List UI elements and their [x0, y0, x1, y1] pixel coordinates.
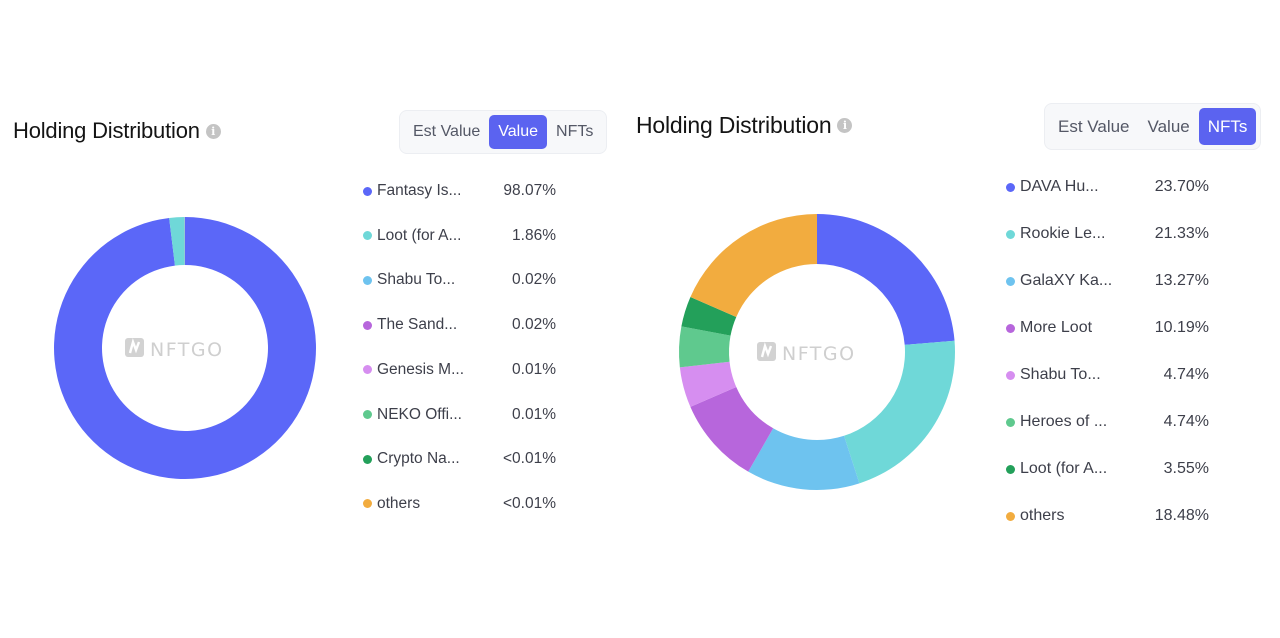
legend-color-dot: [363, 365, 372, 375]
legend-color-dot: [1006, 511, 1015, 521]
legend-color-dot: [363, 320, 372, 330]
legend-color-dot: [363, 454, 372, 464]
legend-value: 3.55%: [1163, 460, 1209, 477]
legend-label: Loot (for A...: [377, 226, 462, 244]
legend-value: 98.07%: [503, 182, 556, 199]
legend-value: 4.74%: [1163, 413, 1209, 430]
legend-color-dot: [1006, 370, 1015, 380]
legend-label: others: [1020, 507, 1065, 524]
legend-label: Rookie Le...: [1020, 225, 1106, 242]
legend-label: others: [377, 494, 421, 512]
legend-item[interactable]: Heroes of ... 4.74%: [1006, 412, 1209, 432]
nftgo-watermark-text: NFTGO: [782, 343, 856, 365]
legend-label: The Sand...: [377, 316, 458, 334]
legend-item[interactable]: others 18.48%: [1006, 506, 1209, 526]
legend-label: Loot (for A...: [1020, 460, 1108, 477]
legend-value: 0.02%: [512, 316, 556, 334]
legend-value: 0.01%: [512, 360, 556, 378]
legend-value: 0.02%: [512, 271, 556, 289]
nftgo-watermark: NFTGO: [757, 342, 856, 365]
legend-value: 10.19%: [1154, 319, 1209, 336]
legend-label: Fantasy Is...: [377, 182, 462, 199]
legend-value: 4.74%: [1163, 366, 1209, 383]
legend-item[interactable]: Crypto Na... <0.01%: [363, 449, 556, 469]
legend-label: More Loot: [1020, 319, 1093, 336]
legend-color-dot: [1006, 276, 1015, 286]
legend-item[interactable]: Genesis M... 0.01%: [363, 360, 556, 380]
legend-value: 0.01%: [512, 405, 556, 423]
legend-item[interactable]: The Sand... 0.02%: [363, 315, 556, 335]
legend-label: Shabu To...: [377, 271, 456, 289]
legend-color-dot: [363, 499, 372, 509]
legend-item[interactable]: Fantasy Is... 98.07%: [363, 181, 556, 201]
legend-value: 13.27%: [1154, 272, 1209, 289]
legend-item[interactable]: Loot (for A... 1.86%: [363, 226, 556, 246]
legend-label: NEKO Offi...: [377, 405, 462, 423]
holding-distribution-panel-right: Holding Distribution i Est Value Value N…: [620, 0, 1280, 638]
legend-item[interactable]: Shabu To... 4.74%: [1006, 365, 1209, 385]
legend-item[interactable]: DAVA Hu... 23.70%: [1006, 177, 1209, 197]
donut-slice-others[interactable]: [690, 214, 817, 317]
legend-label: Crypto Na...: [377, 450, 460, 468]
legend-value: 18.48%: [1154, 507, 1209, 524]
legend-label: DAVA Hu...: [1020, 178, 1099, 195]
legend-item[interactable]: Rookie Le... 21.33%: [1006, 224, 1209, 244]
legend-value: 23.70%: [1154, 178, 1209, 195]
legend-color-dot: [1006, 229, 1015, 239]
legend-color-dot: [1006, 182, 1015, 192]
donut-slice-rookie-le[interactable]: [844, 340, 955, 484]
legend-value: 1.86%: [512, 226, 556, 244]
legend-color-dot: [1006, 464, 1015, 474]
legend-color-dot: [363, 410, 372, 419]
legend-color-dot: [1006, 323, 1015, 333]
legend-value: 21.33%: [1154, 225, 1209, 242]
legend-value: <0.01%: [502, 494, 556, 512]
nftgo-watermark: NFTGO: [125, 338, 224, 361]
legend-value: <0.01%: [502, 450, 556, 468]
legend-label: Heroes of ...: [1020, 413, 1108, 430]
legend-item[interactable]: GalaXY Ka... 13.27%: [1006, 271, 1209, 291]
legend-label: GalaXY Ka...: [1020, 272, 1113, 289]
donut-slice-dava-hu[interactable]: [817, 214, 955, 345]
legend-item[interactable]: More Loot 10.19%: [1006, 318, 1209, 338]
nftgo-watermark-text: NFTGO: [150, 339, 224, 361]
legend-item[interactable]: others <0.01%: [363, 494, 556, 514]
legend-item[interactable]: Shabu To... 0.02%: [363, 270, 556, 290]
legend-color-dot: [363, 275, 372, 285]
holding-distribution-panel-left: Holding Distribution i Est Value Value N…: [0, 0, 620, 638]
legend-label: Genesis M...: [377, 360, 464, 378]
legend-color-dot: [1006, 417, 1015, 427]
legend-color-dot: [363, 186, 372, 196]
legend-color-dot: [363, 231, 372, 241]
legend-label: Shabu To...: [1020, 366, 1101, 383]
legend-item[interactable]: NEKO Offi... 0.01%: [363, 405, 556, 425]
legend-item[interactable]: Loot (for A... 3.55%: [1006, 459, 1209, 479]
